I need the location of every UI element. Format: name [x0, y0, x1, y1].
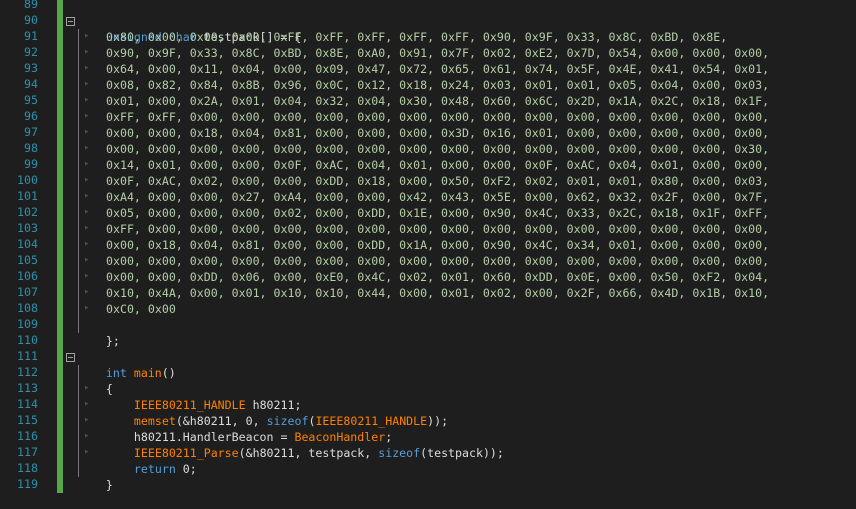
line-number: 114 [17, 397, 38, 411]
code-line-109: }; [78, 317, 120, 348]
tab-arrow-icon: ▸ [84, 431, 90, 441]
byte-row: 0xC0, 0x00 [106, 302, 176, 316]
byte-row: 0xA4, 0x00, 0x00, 0x27, 0xA4, 0x00, 0x00… [106, 190, 770, 204]
byte-row: 0x10, 0x4A, 0x00, 0x01, 0x10, 0x10, 0x44… [106, 286, 770, 300]
tab-arrow-icon: ▸ [84, 255, 90, 265]
line-number: 92 [24, 45, 38, 59]
line-number: 115 [17, 413, 38, 427]
tab-arrow-icon: ▸ [84, 95, 90, 105]
code-line-116: IEEE80211_Parse(&h80211, testpack, sizeo… [106, 429, 504, 460]
close-decl: }; [105, 334, 120, 348]
tab-arrow-icon: ▸ [84, 159, 90, 169]
keyword-sizeof-2: sizeof [378, 446, 421, 460]
tab-arrow-icon: ▸ [84, 31, 90, 41]
code-line-114: memset(&h80211, 0, sizeof(IEEE80211_HAND… [106, 397, 448, 428]
main-parens: () [161, 366, 176, 380]
tab-arrow-icon: ▸ [84, 111, 90, 121]
tab-arrow-icon: ▸ [84, 191, 90, 201]
line-number: 117 [17, 445, 38, 459]
line-number: 113 [17, 381, 38, 395]
line-number: 106 [17, 269, 38, 283]
tab-arrow-icon: ▸ [84, 47, 90, 57]
line-number: 100 [17, 173, 38, 187]
line-number: 111 [17, 349, 38, 363]
tab-arrow-icon: ▸ [84, 383, 90, 393]
tab-arrow-icon: ▸ [84, 79, 90, 89]
line-number: 98 [24, 141, 38, 155]
line-number: 90 [24, 13, 38, 27]
fold-toggle-main[interactable] [66, 353, 75, 362]
stmt4-b: (testpack)); [420, 446, 504, 460]
stmt2-c: )); [427, 414, 449, 428]
tab-arrow-icon: ▸ [84, 207, 90, 217]
line-number: 103 [17, 221, 38, 235]
tab-arrow-icon: ▸ [84, 143, 90, 153]
scope-bracket-testpack [78, 29, 79, 333]
tab-arrow-icon: ▸ [84, 447, 90, 457]
line-number: 94 [24, 77, 38, 91]
byte-row: 0x00, 0x18, 0x04, 0x81, 0x00, 0x00, 0xDD… [106, 238, 770, 252]
byte-row: 0x64, 0x00, 0x11, 0x04, 0x00, 0x09, 0x47… [106, 62, 770, 76]
code-line-115: h80211.HandlerBeacon = BeaconHandler; [106, 413, 392, 444]
tab-arrow-icon: ▸ [84, 127, 90, 137]
line-number: 110 [17, 333, 38, 347]
byte-row: 0x90, 0x9F, 0x33, 0x8C, 0xBD, 0x8E, 0xA0… [106, 46, 770, 60]
function-main: main [133, 366, 162, 380]
code-line-118: } [78, 461, 113, 492]
line-number: 89 [24, 0, 38, 11]
keyword-return: return [133, 462, 176, 476]
line-number: 107 [17, 285, 38, 299]
byte-row: 0x80, 0x00, 0x00, 0x00, 0xFF, 0xFF, 0xFF… [106, 30, 728, 44]
byte-row: 0x00, 0x00, 0x00, 0x00, 0x00, 0x00, 0x00… [106, 142, 770, 156]
green-change-bar [57, 0, 63, 493]
byte-row: 0x0F, 0xAC, 0x02, 0x00, 0x00, 0xDD, 0x18… [106, 174, 770, 188]
line-number: 95 [24, 93, 38, 107]
line-number: 102 [17, 205, 38, 219]
byte-row: 0x00, 0x00, 0xDD, 0x06, 0x00, 0xE0, 0x4C… [106, 270, 770, 284]
code-line-112: { [78, 365, 113, 396]
stmt5-rest: 0; [175, 462, 197, 476]
line-number: 119 [17, 477, 38, 491]
tab-arrow-icon: ▸ [84, 287, 90, 297]
stmt4-a: (&h80211, testpack, [238, 446, 379, 460]
line-number: 105 [17, 253, 38, 267]
line-number: 108 [17, 301, 38, 315]
line-number: 96 [24, 109, 38, 123]
line-number: 118 [17, 461, 38, 475]
tab-arrow-icon: ▸ [84, 399, 90, 409]
byte-row: 0x05, 0x00, 0x00, 0x00, 0x02, 0x00, 0xDD… [106, 206, 770, 220]
fold-toggle-testpack[interactable] [66, 17, 75, 26]
byte-row: 0x14, 0x01, 0x00, 0x00, 0x0F, 0xAC, 0x04… [106, 158, 770, 172]
code-line-90: unsigned char testpack[] = { [78, 13, 301, 44]
byte-row: 0x00, 0x00, 0x18, 0x04, 0x81, 0x00, 0x00… [106, 126, 770, 140]
byte-row: 0x00, 0x00, 0x00, 0x00, 0x00, 0x00, 0x00… [106, 254, 770, 268]
tab-arrow-icon: ▸ [84, 223, 90, 233]
byte-row: 0x01, 0x00, 0x2A, 0x01, 0x04, 0x32, 0x04… [106, 94, 770, 108]
byte-row: 0xFF, 0x00, 0x00, 0x00, 0x00, 0x00, 0x00… [106, 222, 770, 236]
line-number: 91 [24, 29, 38, 43]
tab-arrow-icon: ▸ [84, 239, 90, 249]
code-line-113: IEEE80211_HANDLE h80211; [106, 381, 302, 412]
tab-arrow-icon: ▸ [84, 303, 90, 313]
line-number: 116 [17, 429, 38, 443]
tab-arrow-icon: ▸ [84, 415, 90, 425]
line-number: 109 [17, 317, 38, 331]
byte-row: 0x08, 0x82, 0x84, 0x8B, 0x96, 0x0C, 0x12… [106, 78, 770, 92]
line-number: 93 [24, 61, 38, 75]
line-number: 99 [24, 157, 38, 171]
tab-arrow-icon: ▸ [84, 63, 90, 73]
tab-arrow-icon: ▸ [84, 175, 90, 185]
line-number: 101 [17, 189, 38, 203]
close-brace: } [105, 478, 113, 492]
line-number: 97 [24, 125, 38, 139]
line-number: 104 [17, 237, 38, 251]
code-line-117: return 0; [106, 445, 197, 476]
code-line-111: int main() [78, 349, 176, 380]
tab-arrow-icon: ▸ [84, 271, 90, 281]
byte-row: 0xFF, 0xFF, 0x00, 0x00, 0x00, 0x00, 0x00… [106, 110, 770, 124]
line-number: 112 [17, 365, 38, 379]
